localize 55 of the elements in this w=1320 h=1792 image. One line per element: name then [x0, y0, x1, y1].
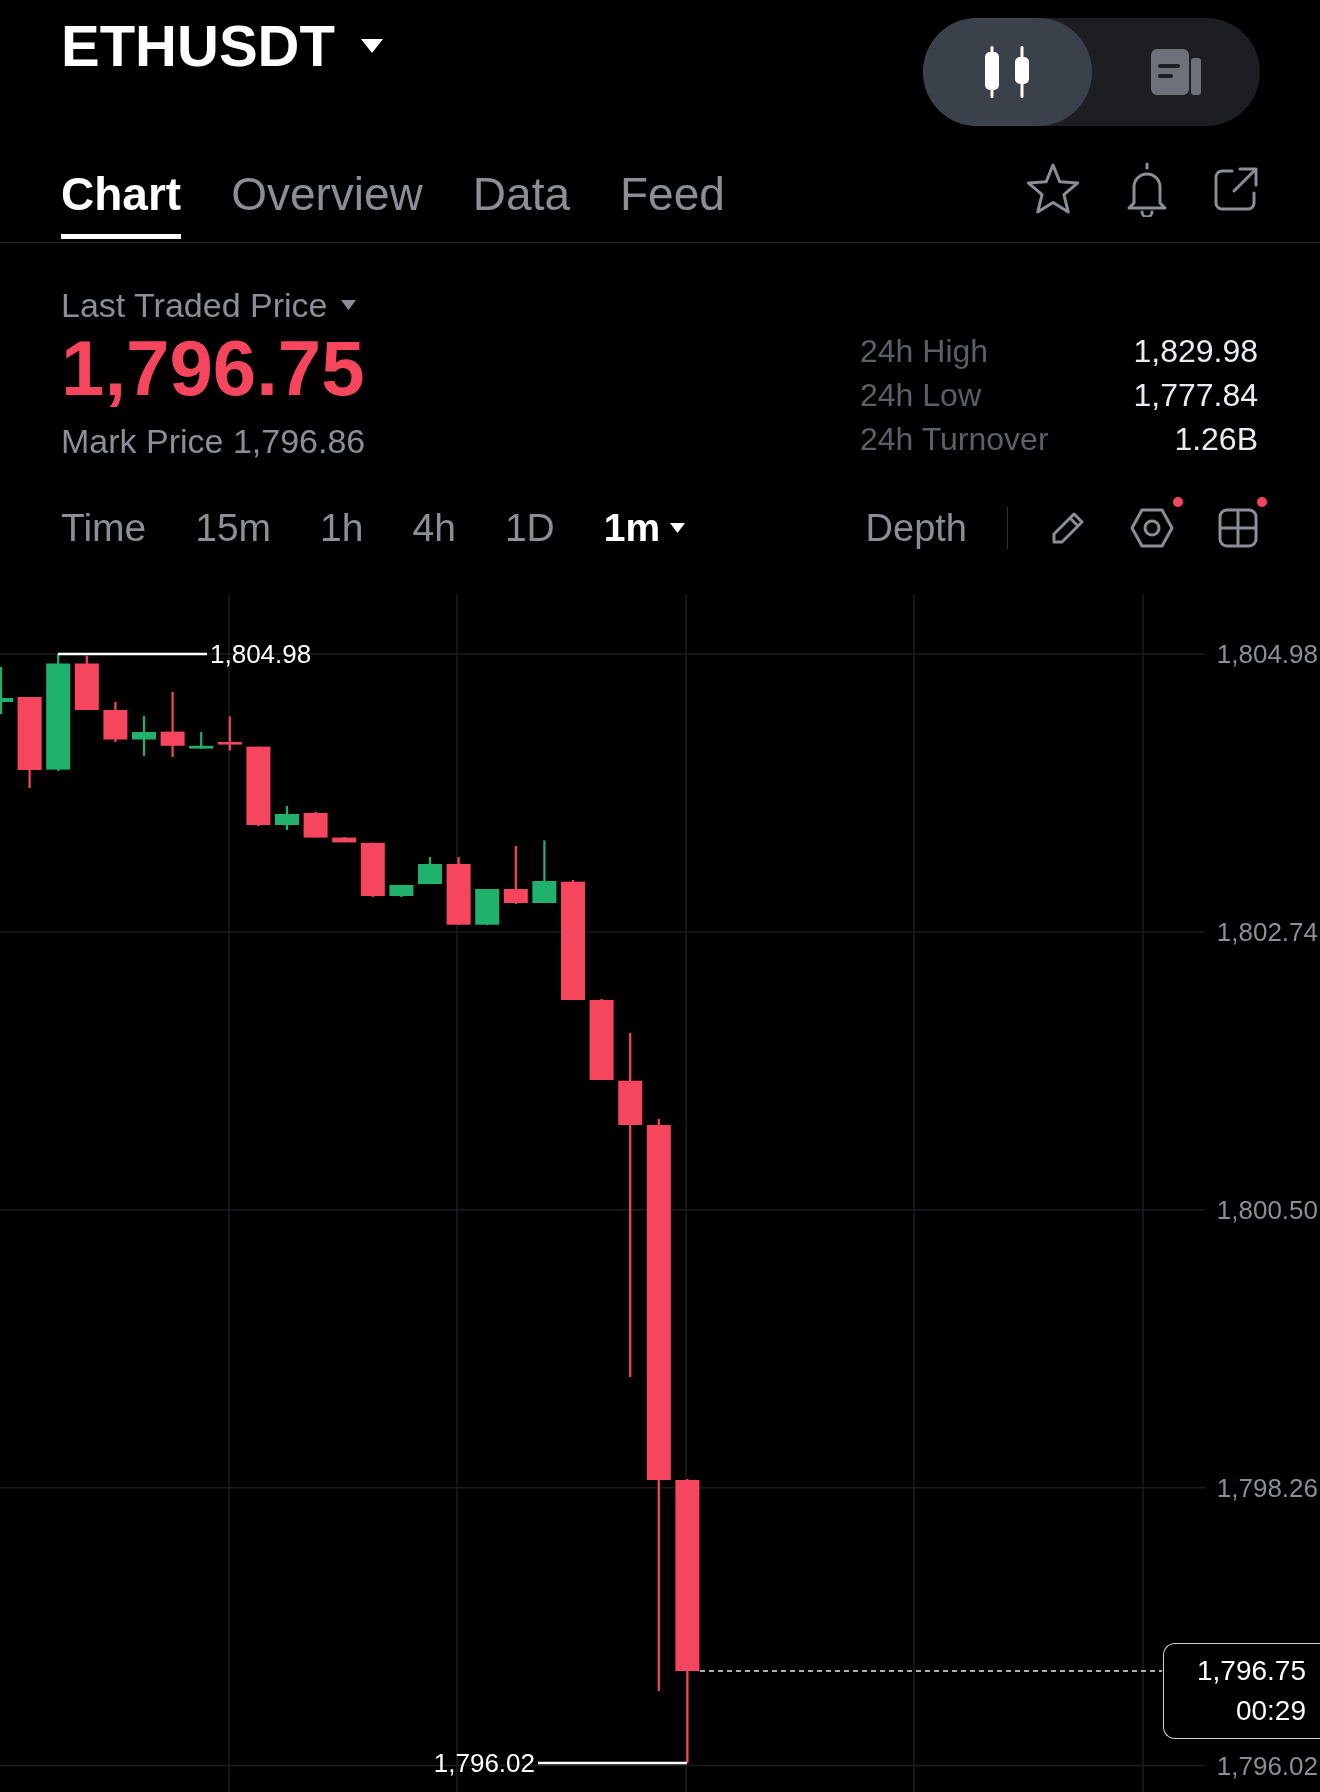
candle: [446, 857, 471, 925]
axis-label: 1,802.74: [1216, 916, 1318, 947]
caret-icon: [360, 39, 383, 53]
low-price-label: 1,796.02: [433, 1748, 535, 1778]
stat-value: 1.26B: [1173, 420, 1258, 459]
caret-icon: [341, 300, 357, 310]
axis-label: 1,796.02: [1216, 1750, 1318, 1781]
candle: [303, 812, 328, 838]
timeframe-option[interactable]: 1D: [504, 503, 555, 552]
axis-label: 1,800.50: [1216, 1194, 1318, 1225]
candle: [532, 840, 557, 903]
candle: [503, 846, 528, 904]
candle: [74, 655, 99, 710]
depth-button[interactable]: Depth: [865, 503, 967, 552]
grid-icon[interactable]: [1218, 507, 1258, 548]
stat-label: 24h Low: [860, 376, 982, 415]
price-type-selector[interactable]: Last Traded Price: [61, 285, 366, 325]
document-icon: [1150, 49, 1201, 95]
candle: [217, 716, 242, 751]
candle: [389, 885, 414, 897]
timeframe-option[interactable]: 1m: [603, 503, 686, 552]
stat-value: 1,777.84: [1133, 376, 1258, 415]
candle: [332, 837, 357, 843]
candle: [132, 716, 156, 756]
candle: [275, 806, 299, 830]
countdown-timer: 00:29: [1235, 1694, 1306, 1728]
external-link-icon[interactable]: [1212, 165, 1260, 213]
star-icon[interactable]: [1024, 162, 1082, 216]
symbol-selector[interactable]: ETHUSDT: [61, 14, 383, 78]
candle: [103, 702, 128, 742]
timeframe-option[interactable]: 1h: [320, 503, 364, 552]
candle: [0, 667, 13, 714]
candle: [160, 692, 185, 757]
tab[interactable]: Overview: [231, 166, 423, 239]
timeframe-option[interactable]: 15m: [195, 503, 272, 552]
last-traded-price: 1,796.75: [61, 325, 366, 411]
mark-price: Mark Price 1,796.86: [61, 421, 366, 461]
candlestick-icon: [984, 46, 1031, 98]
tab[interactable]: Chart: [61, 166, 182, 239]
candle: [475, 889, 500, 925]
stat-label: 24h Turnover: [860, 420, 1050, 459]
timeframe-option[interactable]: 4h: [412, 503, 456, 552]
candle: [418, 857, 442, 884]
stat-label: 24h High: [860, 332, 990, 371]
candle: [189, 732, 214, 749]
candle: [360, 842, 385, 897]
axis-label: 1,798.26: [1216, 1472, 1318, 1503]
stat-value: 1,829.98: [1133, 332, 1258, 371]
axis-label: 1,804.98: [1216, 639, 1318, 669]
high-price-label: 1,804.98: [210, 639, 312, 669]
settings-icon[interactable]: [1130, 507, 1174, 548]
timeframe-option[interactable]: Time: [61, 503, 147, 552]
tab[interactable]: Data: [472, 166, 570, 239]
last-price-label: 1,796.75: [1197, 1654, 1306, 1688]
tab[interactable]: Feed: [620, 166, 725, 239]
